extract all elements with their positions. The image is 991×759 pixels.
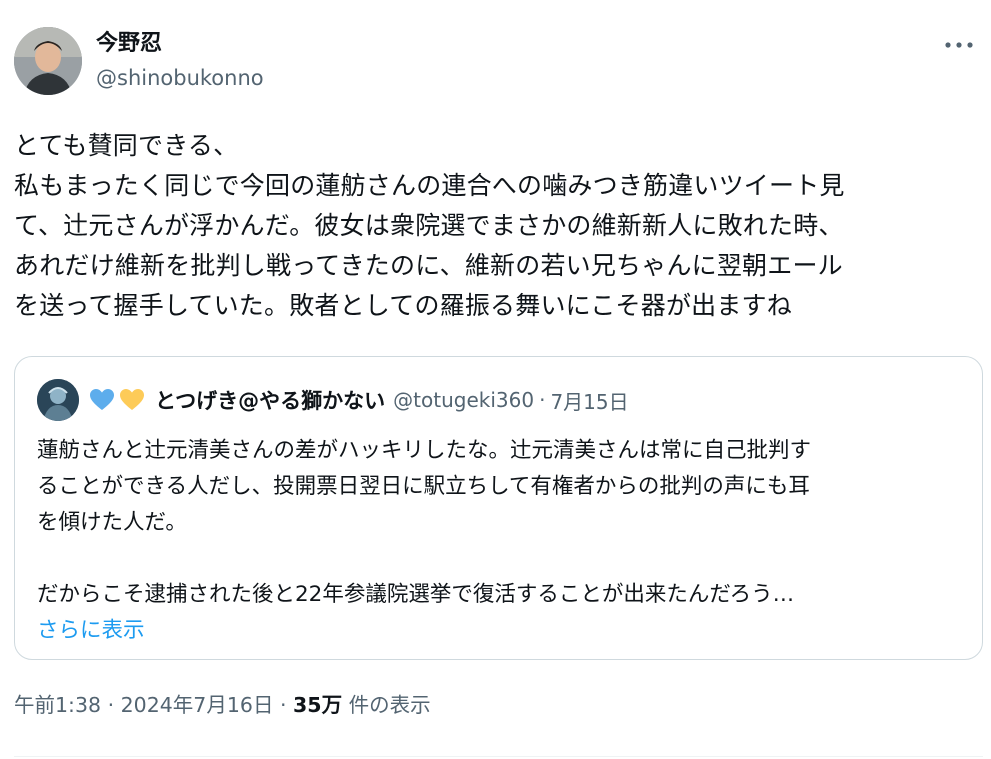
more-horizontal-icon [945,42,973,48]
name-emoji-group [89,388,149,412]
divider [14,756,983,757]
quoted-tweet-card[interactable]: とつげき@やる獅かない @totugeki360 · 7月15日 蓮舫さんと辻元… [14,356,983,660]
author-avatar[interactable] [14,27,82,95]
tweet-time[interactable]: 午前1:38 [14,693,101,717]
quoted-author-handle[interactable]: @totugeki360 [393,388,534,412]
quoted-text-line: を傾けた人だ。 [37,510,187,535]
user-avatar-icon [14,27,82,95]
tweet-date[interactable]: 2024年7月16日 [121,693,274,717]
tweet-text-line: を送って握手していた。敗者としての羅振る舞いにこそ器が出ますね [14,291,792,320]
tweet-text-line: 私もまったく同じで今回の蓮舫さんの連合への噛みつき筋違いツイート見 [14,171,845,200]
tweet: 今野忍 @shinobukonno とても賛同できる、 私もまったく同じで今回の… [0,0,991,759]
blue-heart-icon [90,389,114,410]
tweet-text-line: あれだけ維新を批判し戦ってきたのに、維新の若い兄ちゃんに翌朝エール [14,251,843,280]
quoted-tweet-date[interactable]: 7月15日 [550,386,628,415]
tweet-text: とても賛同できる、 私もまったく同じで今回の蓮舫さんの連合への噛みつき筋違いツイ… [14,126,982,326]
show-more-link[interactable]: さらに表示 [37,613,967,649]
author-handle[interactable]: @shinobukonno [96,64,264,92]
tweet-text-line: とても賛同できる、 [14,131,239,160]
tweet-metadata: 午前1:38 · 2024年7月16日 · 35万 件の表示 [14,690,431,720]
meta-separator: · [539,388,546,412]
meta-separator: · [107,693,115,717]
quoted-text-line: だからこそ逮捕された後と22年参議院選挙で復活することが出来たんだろう… [37,582,795,607]
author-info: 今野忍 @shinobukonno [96,30,264,92]
quoted-author-name[interactable]: とつげき@やる獅かない [155,385,385,415]
quoted-author-avatar[interactable] [37,379,79,421]
yellow-heart-icon [120,389,144,410]
quoted-tweet-text: 蓮舫さんと辻元清美さんの差がハッキリしたな。辻元清美さんは常に自己批判す ること… [37,433,967,649]
quoted-tweet-header: とつげき@やる獅かない @totugeki360 · 7月15日 [37,379,629,421]
quoted-text-line: 蓮舫さんと辻元清美さんの差がハッキリしたな。辻元清美さんは常に自己批判す [37,438,812,463]
tweet-text-line: て、辻元さんが浮かんだ。彼女は衆院選でまさかの維新新人に敗れた時、 [14,211,844,240]
quoted-text-line: ることができる人だし、投開票日翌日に駅立ちして有権者からの批判の声にも耳 [37,474,810,499]
meta-separator: · [279,693,287,717]
author-display-name[interactable]: 今野忍 [96,30,264,58]
quoted-user-avatar-icon [37,379,79,421]
views-label[interactable]: 件の表示 [349,693,431,717]
views-count[interactable]: 35万 [293,693,342,717]
quoted-text-blank-line [37,541,967,577]
more-options-button[interactable] [941,30,977,60]
